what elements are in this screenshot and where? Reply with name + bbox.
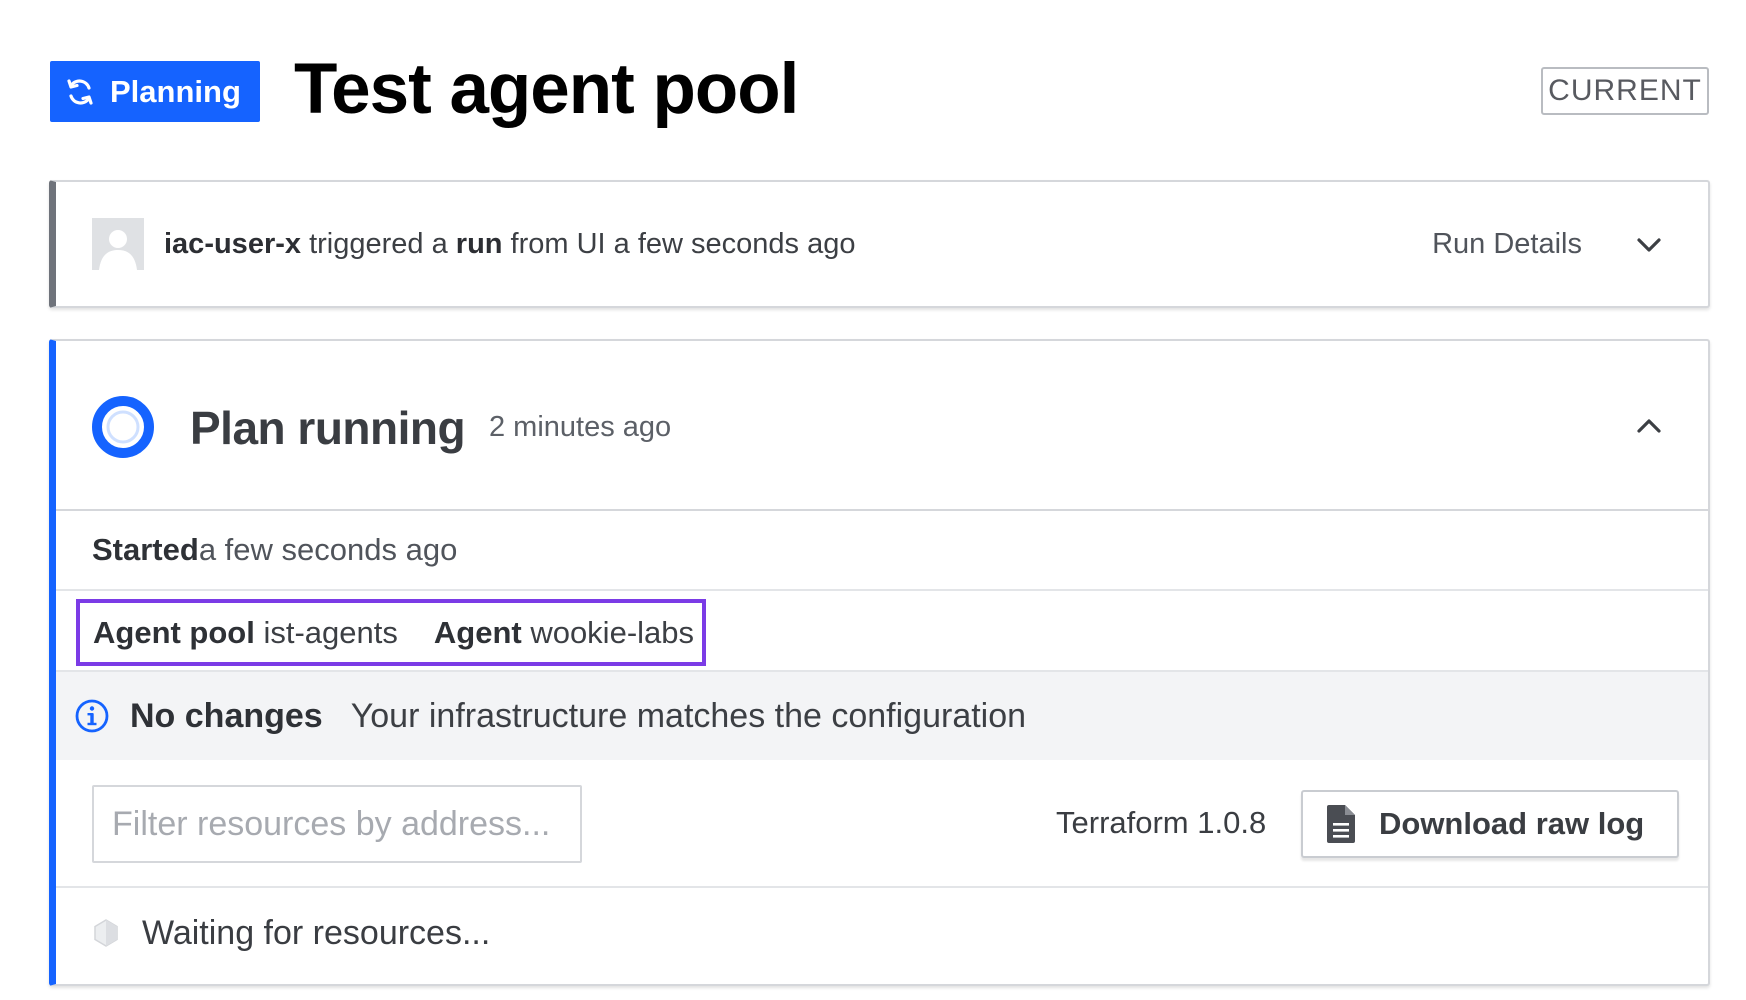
- trigger-user: iac-user-x: [164, 227, 302, 260]
- started-row: Started a few seconds ago: [56, 511, 1708, 591]
- no-changes-banner: No changes Your infrastructure matches t…: [56, 672, 1708, 760]
- waiting-row: Waiting for resources...: [56, 888, 1708, 978]
- sync-icon: [67, 78, 93, 105]
- download-label: Download raw log: [1379, 806, 1645, 841]
- hexagon-loading-icon: [94, 919, 118, 947]
- started-value: a few seconds ago: [198, 532, 458, 567]
- download-raw-log-button[interactable]: Download raw log: [1301, 790, 1679, 858]
- plan-header[interactable]: Plan running 2 minutes ago: [56, 341, 1708, 511]
- page-title: Test agent pool: [294, 50, 799, 129]
- avatar: [92, 218, 144, 270]
- run-trigger-card[interactable]: iac-user-x triggered a run from UI a few…: [49, 180, 1710, 308]
- trigger-verb: triggered a: [301, 227, 456, 260]
- chevron-down-icon[interactable]: [1634, 230, 1664, 260]
- plan-title: Plan running: [190, 402, 466, 454]
- agent-value: wookie-labs: [521, 614, 695, 650]
- agent-pool-value: ist-agents: [254, 614, 398, 650]
- agent-pool-label: Agent pool: [93, 614, 255, 650]
- no-changes-title: No changes: [130, 696, 323, 735]
- agent-label: Agent: [433, 614, 522, 650]
- agent-highlight-box: Agent pool ist-agents Agent wookie-labs: [76, 599, 706, 666]
- agent-row: Agent pool ist-agents Agent wookie-labs: [56, 591, 1708, 672]
- chevron-up-icon[interactable]: [1634, 411, 1664, 441]
- user-silhouette-icon: [99, 230, 137, 270]
- plan-running-icon: [92, 396, 154, 458]
- current-badge: CURRENT: [1541, 67, 1709, 115]
- filter-row: Terraform 1.0.8 Download raw log: [56, 760, 1708, 888]
- started-label: Started: [92, 532, 199, 567]
- status-badge-planning: Planning: [50, 61, 260, 122]
- agent-pool-info: Agent pool ist-agents: [93, 615, 398, 651]
- terraform-version: Terraform 1.0.8: [1056, 805, 1267, 840]
- plan-time: 2 minutes ago: [489, 411, 672, 443]
- no-changes-text: Your infrastructure matches the configur…: [350, 696, 1027, 735]
- document-icon: [1327, 805, 1355, 843]
- agent-info: Agent wookie-labs: [434, 615, 694, 651]
- status-label: Planning: [110, 73, 241, 109]
- info-icon: [75, 699, 109, 733]
- trigger-source-time: from UI a few seconds ago: [502, 227, 856, 260]
- trigger-run-word: run: [455, 227, 503, 260]
- run-page: Planning Test agent pool CURRENT iac-use…: [0, 0, 1746, 1000]
- trigger-summary: iac-user-x triggered a run from UI a few…: [164, 228, 856, 261]
- run-details-link[interactable]: Run Details: [1432, 228, 1582, 261]
- filter-resources-input[interactable]: [92, 785, 582, 863]
- plan-card: Plan running 2 minutes ago Started a few…: [49, 339, 1710, 986]
- waiting-text: Waiting for resources...: [142, 913, 491, 952]
